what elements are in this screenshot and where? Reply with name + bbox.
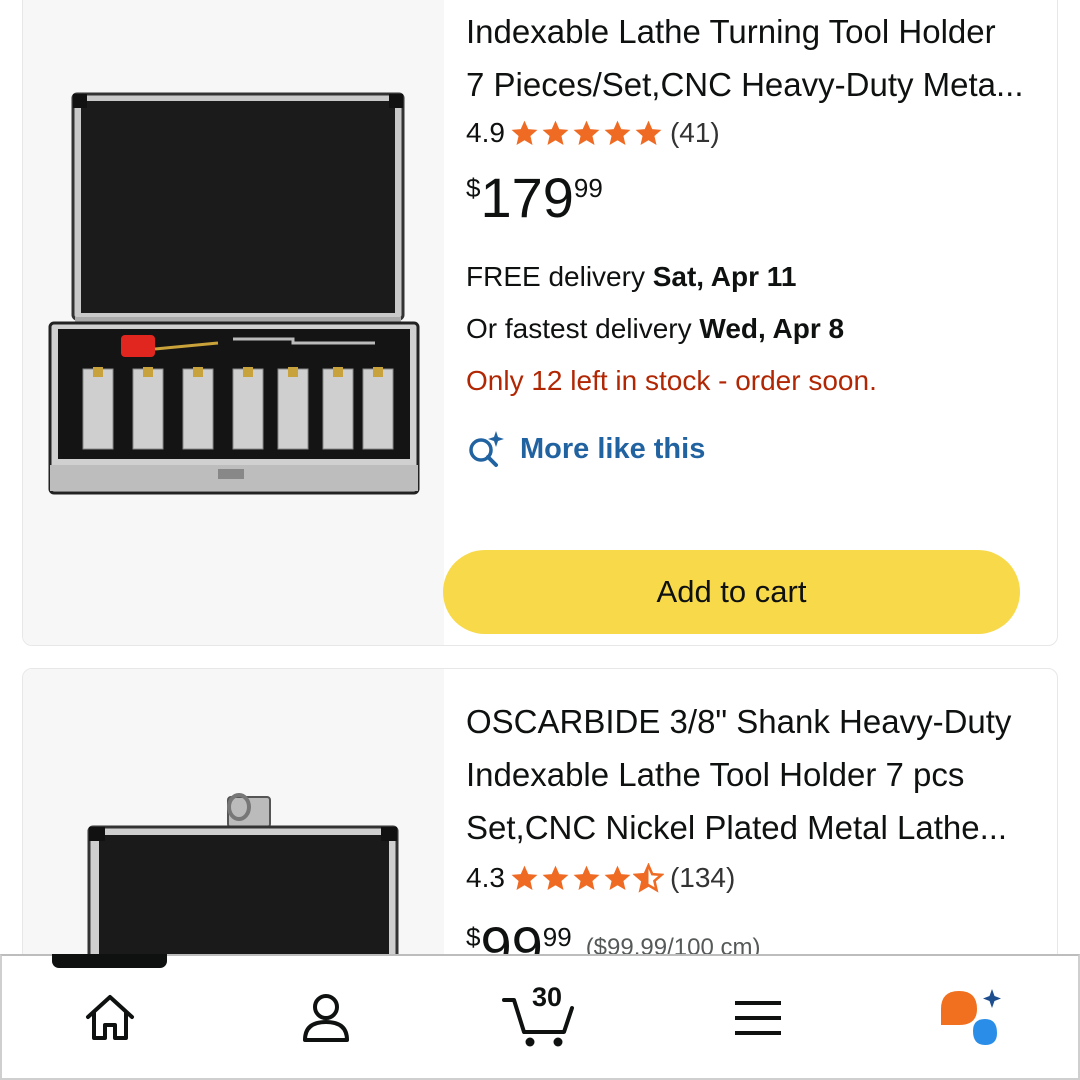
more-like-this-label[interactable]: More like this bbox=[520, 433, 705, 466]
menu-icon bbox=[735, 1001, 781, 1035]
rating-value: 4.3 bbox=[466, 862, 505, 893]
rufus-ai-icon bbox=[941, 989, 1001, 1045]
product-title-line[interactable]: OSCARBIDE 3/8" Shank Heavy-Duty bbox=[466, 695, 1039, 748]
more-like-this-link[interactable]: More like this bbox=[466, 429, 1039, 469]
tab-cart[interactable]: 30 bbox=[460, 956, 620, 1080]
product-title[interactable]: OSCARBIDE 3/8" Shank Heavy-Duty Indexabl… bbox=[466, 695, 1039, 854]
product-title-line[interactable]: Indexable Lathe Tool Holder 7 pcs bbox=[466, 748, 1039, 801]
product-title-line[interactable]: Set,CNC Nickel Plated Metal Lathe... bbox=[466, 801, 1039, 854]
rating-row[interactable]: 4.3 (134) bbox=[466, 858, 1039, 898]
rating-value: 4.9 bbox=[466, 117, 505, 148]
review-count[interactable]: (41) bbox=[670, 117, 720, 149]
product-title-line[interactable]: 7 Pieces/Set,CNC Heavy-Duty Meta... bbox=[466, 58, 1039, 111]
tab-rufus[interactable] bbox=[892, 956, 1052, 1080]
product-title-line[interactable]: Indexable Lathe Turning Tool Holder bbox=[466, 5, 1039, 58]
fastest-date: Wed, Apr 8 bbox=[699, 313, 845, 344]
star-icon bbox=[604, 865, 631, 890]
price-symbol: $ bbox=[466, 922, 481, 952]
price-symbol: $ bbox=[466, 173, 481, 203]
star-icon bbox=[573, 865, 600, 890]
star-rating bbox=[509, 862, 664, 894]
add-to-cart-button[interactable]: Add to cart bbox=[443, 550, 1020, 634]
fastest-label: Or fastest delivery bbox=[466, 313, 700, 344]
sparkle-search-icon bbox=[469, 431, 504, 467]
star-icon bbox=[542, 865, 569, 890]
fastest-delivery: Or fastest delivery Wed, Apr 8 bbox=[466, 303, 1039, 355]
tab-home[interactable] bbox=[30, 956, 190, 1080]
price-fraction: 99 bbox=[573, 173, 603, 203]
delivery-date: Sat, Apr 11 bbox=[652, 261, 797, 292]
price: $ 179 99 bbox=[466, 167, 1039, 229]
bottom-tab-bar: 30 bbox=[0, 954, 1080, 1080]
stock-warning: Only 12 left in stock - order soon. bbox=[466, 365, 877, 396]
rating-row[interactable]: 4.9 (41) bbox=[466, 113, 1039, 153]
star-icon bbox=[573, 120, 600, 145]
tab-menu[interactable] bbox=[678, 956, 838, 1080]
delivery-label: FREE delivery bbox=[466, 261, 653, 292]
cart-count-badge: 30 bbox=[532, 982, 563, 1012]
product-title[interactable]: Indexable Lathe Turning Tool Holder 7 Pi… bbox=[466, 5, 1039, 111]
star-rating bbox=[509, 118, 664, 149]
star-icon bbox=[635, 120, 662, 145]
star-icon bbox=[511, 120, 538, 145]
tab-account[interactable] bbox=[246, 956, 406, 1080]
price-whole: 179 bbox=[480, 166, 574, 229]
star-icon bbox=[511, 865, 538, 890]
free-delivery: FREE delivery Sat, Apr 11 bbox=[466, 251, 1039, 303]
star-icon bbox=[604, 120, 631, 145]
review-count[interactable]: (134) bbox=[670, 862, 735, 894]
star-icon bbox=[542, 120, 569, 145]
home-icon bbox=[86, 995, 134, 1040]
price-fraction: 99 bbox=[542, 922, 572, 952]
account-icon bbox=[303, 994, 349, 1042]
product-image[interactable] bbox=[23, 0, 444, 645]
half-star-icon bbox=[632, 862, 664, 893]
